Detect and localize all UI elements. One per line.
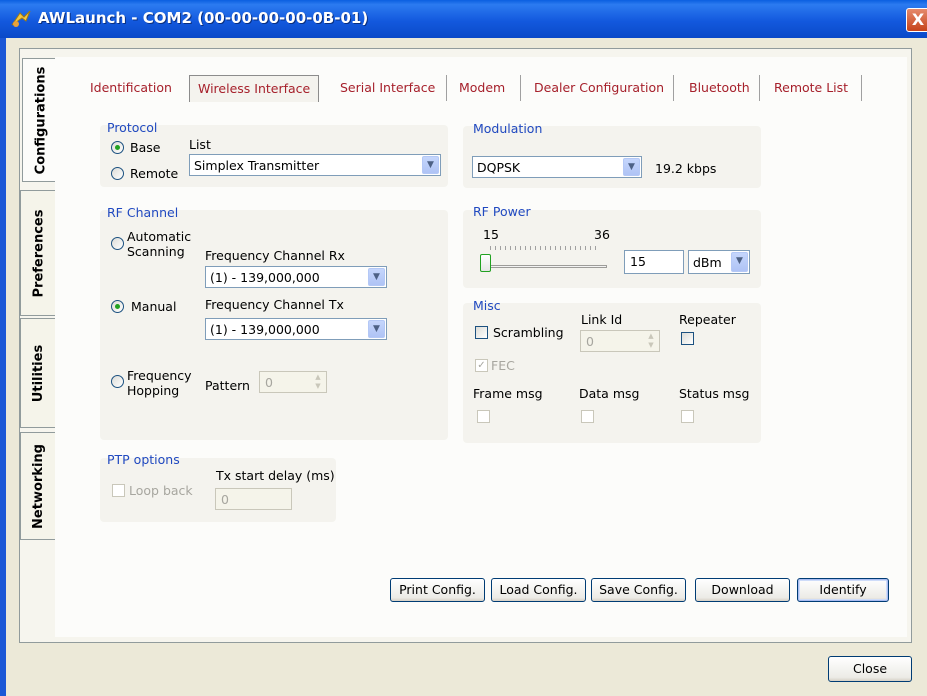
window-frame <box>0 38 6 696</box>
frequency-tx-value: (1) - 139,000,000 <box>210 322 320 337</box>
frequency-tx-select[interactable]: (1) - 139,000,000 ▼ <box>205 318 387 340</box>
manual-radio-label: Manual <box>131 299 177 314</box>
rf-power-title: RF Power <box>473 204 531 219</box>
modulation-title: Modulation <box>473 121 543 136</box>
modulation-rate: 19.2 kbps <box>655 161 717 176</box>
side-tab-label: Utilities <box>31 344 46 402</box>
status-msg-checkbox <box>681 410 694 423</box>
tab-serial-interface[interactable]: Serial Interface <box>340 78 435 100</box>
automatic-scanning-radio[interactable] <box>111 237 124 250</box>
tab-bluetooth[interactable]: Bluetooth <box>689 78 750 100</box>
frame-msg-checkbox <box>477 410 490 423</box>
side-tab-networking[interactable]: Networking <box>20 432 56 540</box>
side-tab-label: Networking <box>31 443 46 529</box>
rf-channel-title: RF Channel <box>107 205 179 220</box>
rf-power-min: 15 <box>483 227 499 242</box>
rf-power-max: 36 <box>594 227 610 242</box>
repeater-label: Repeater <box>679 312 736 327</box>
tx-delay-value: 0 <box>221 492 229 507</box>
frame-msg-label: Frame msg <box>473 386 543 401</box>
loopback-label: Loop back <box>129 483 193 498</box>
identify-button[interactable]: Identify <box>797 578 889 602</box>
rf-power-slider[interactable] <box>485 265 607 268</box>
base-radio[interactable] <box>111 141 124 154</box>
chevron-down-icon[interactable]: ▼ <box>623 158 640 176</box>
rf-power-input[interactable]: 15 <box>624 250 684 274</box>
link-id-label: Link Id <box>581 312 623 327</box>
manual-radio[interactable] <box>111 300 124 313</box>
download-button[interactable]: Download <box>695 578 790 602</box>
side-tab-label: Preferences <box>31 209 47 297</box>
protocol-list-select[interactable]: Simplex Transmitter ▼ <box>189 154 441 176</box>
frequency-rx-value: (1) - 139,000,000 <box>210 270 320 285</box>
modulation-value: DQPSK <box>477 160 521 175</box>
list-label: List <box>189 137 211 152</box>
rf-power-unit: dBm <box>693 255 722 270</box>
fec-label: FEC <box>491 358 515 373</box>
repeater-checkbox[interactable] <box>681 332 694 345</box>
tx-delay-label: Tx start delay (ms) <box>216 468 335 483</box>
save-config-button[interactable]: Save Config. <box>591 578 686 602</box>
data-msg-checkbox <box>581 410 594 423</box>
protocol-list-value: Simplex Transmitter <box>194 158 320 173</box>
tab-separator <box>673 75 674 101</box>
slider-ticks <box>490 246 598 250</box>
spinner-arrows-icon: ▲ ▼ <box>315 373 321 390</box>
tab-separator <box>861 75 862 101</box>
close-button[interactable]: Close <box>828 656 912 682</box>
data-msg-label: Data msg <box>579 386 640 401</box>
pattern-value: 0 <box>265 375 273 390</box>
loopback-checkbox <box>112 484 125 497</box>
misc-title: Misc <box>473 298 501 313</box>
fec-checkbox: ✓ <box>475 359 488 372</box>
app-icon <box>10 9 32 29</box>
frequency-hopping-label: Frequency Hopping <box>127 368 192 398</box>
window-title: AWLaunch - COM2 (00-00-00-00-0B-01) <box>38 9 369 27</box>
side-tab-configurations[interactable]: Configurations <box>22 58 58 182</box>
tx-delay-input[interactable]: 0 <box>215 488 292 510</box>
frequency-rx-select[interactable]: (1) - 139,000,000 ▼ <box>205 266 387 288</box>
chevron-down-icon[interactable]: ▼ <box>731 252 748 272</box>
pattern-stepper[interactable]: 0 ▲ ▼ <box>259 371 327 393</box>
tab-dealer-configuration[interactable]: Dealer Configuration <box>534 78 664 100</box>
side-tab-utilities[interactable]: Utilities <box>20 318 56 428</box>
rf-power-value: 15 <box>630 254 646 269</box>
load-config-button[interactable]: Load Config. <box>491 578 586 602</box>
tab-separator <box>446 75 447 101</box>
window-close-icon[interactable]: X <box>906 8 927 32</box>
ptp-options-title: PTP options <box>107 452 180 467</box>
tab-identification[interactable]: Identification <box>90 78 172 100</box>
link-id-value: 0 <box>586 334 594 349</box>
spinner-arrows-icon: ▲ ▼ <box>648 332 654 349</box>
link-id-stepper[interactable]: 0 ▲ ▼ <box>580 330 660 352</box>
tx-label: Frequency Channel Tx <box>205 297 344 312</box>
tab-modem[interactable]: Modem <box>459 78 505 100</box>
tab-separator <box>759 75 760 101</box>
side-tab-label: Configurations <box>33 66 49 174</box>
rx-label: Frequency Channel Rx <box>205 248 345 263</box>
frequency-hopping-radio[interactable] <box>111 375 124 388</box>
base-radio-label: Base <box>130 140 161 155</box>
rf-power-unit-select[interactable]: dBm ▼ <box>688 250 750 274</box>
chevron-down-icon[interactable]: ▼ <box>422 156 439 174</box>
automatic-scanning-label: Automatic Scanning <box>127 229 192 259</box>
chevron-down-icon[interactable]: ▼ <box>368 320 385 338</box>
protocol-title: Protocol <box>107 120 158 135</box>
rf-power-slider-thumb[interactable] <box>480 254 491 272</box>
remote-radio-label: Remote <box>130 166 179 181</box>
scrambling-label: Scrambling <box>493 325 564 340</box>
tab-remote-list[interactable]: Remote List <box>774 78 848 100</box>
remote-radio[interactable] <box>111 167 124 180</box>
tab-separator <box>520 75 521 101</box>
print-config-button[interactable]: Print Config. <box>390 578 485 602</box>
scrambling-checkbox[interactable] <box>475 326 488 339</box>
modulation-select[interactable]: DQPSK ▼ <box>472 156 642 178</box>
tab-wireless-interface[interactable]: Wireless Interface <box>189 75 320 102</box>
side-tab-preferences[interactable]: Preferences <box>20 190 56 316</box>
pattern-label: Pattern <box>205 378 250 393</box>
chevron-down-icon[interactable]: ▼ <box>368 268 385 286</box>
status-msg-label: Status msg <box>679 386 750 401</box>
